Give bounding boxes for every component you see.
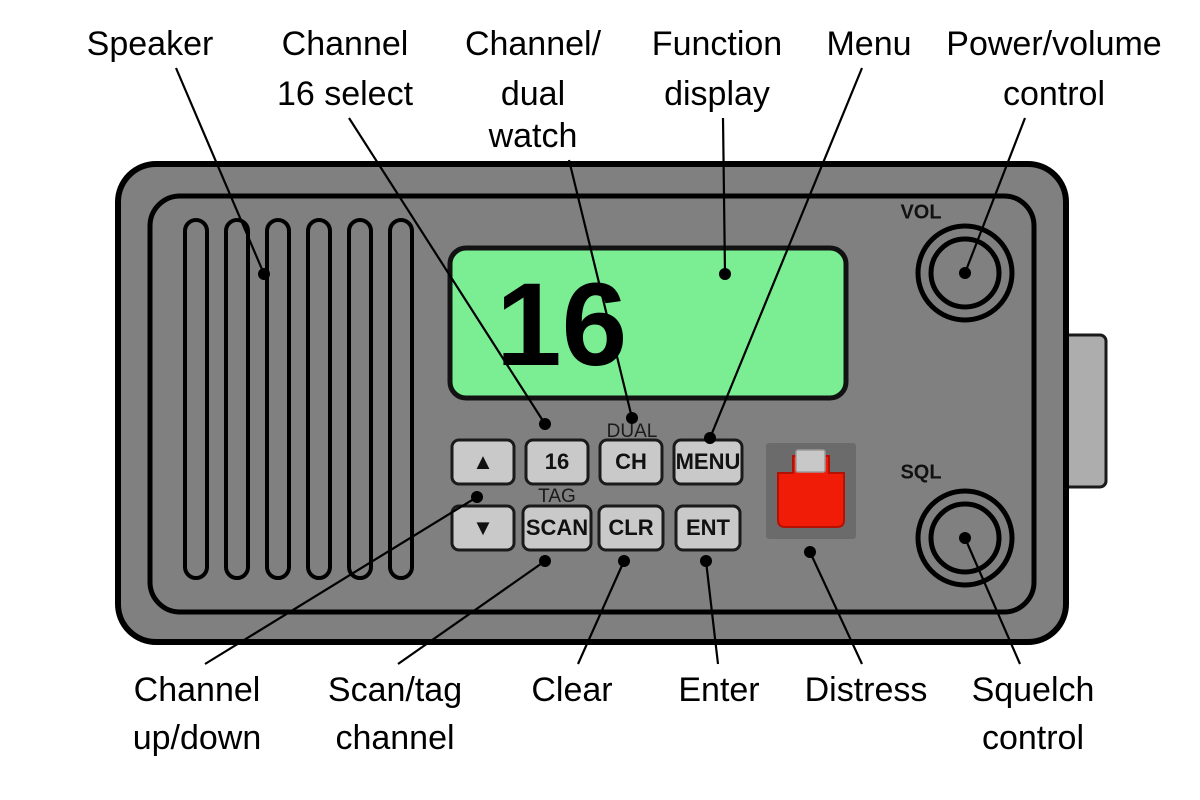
- leader-dot-clear: [618, 555, 630, 567]
- callout-speaker-line-1: Speaker: [87, 25, 214, 63]
- distress-button[interactable]: [766, 443, 856, 539]
- callout-distress: Distress: [805, 671, 928, 709]
- leader-dot-enter: [700, 555, 712, 567]
- callout-menu: Menu: [826, 25, 911, 63]
- callout-channel-16-select: Channel 16 select: [277, 25, 414, 113]
- callout-channel-dual-watch-line-3: watch: [488, 117, 578, 155]
- leader-dot-function-display: [719, 268, 731, 280]
- speaker-slot: [306, 218, 332, 580]
- callout-enter: Enter: [678, 671, 759, 709]
- channel-down-button-label: ▼: [472, 515, 494, 540]
- leader-dot-channel-dual-watch: [626, 412, 638, 424]
- tag-secondary-label: TAG: [538, 486, 576, 507]
- leader-dot-channel-16-select: [539, 418, 551, 430]
- callout-function-display-line-1: Function: [652, 25, 782, 63]
- clear-button-label: CLR: [608, 515, 653, 540]
- lcd-channel-number: 16: [496, 259, 627, 391]
- channel-dual-watch-button[interactable]: CH: [598, 438, 664, 486]
- callout-function-display: Function display: [652, 25, 782, 113]
- callout-squelch-control-line-2: control: [982, 719, 1084, 757]
- callout-power-volume-control-line-1: Power/volume: [946, 25, 1161, 63]
- enter-button[interactable]: ENT: [674, 504, 742, 552]
- leader-dot-power-volume-control: [959, 267, 971, 279]
- leader-dot-squelch-control: [959, 532, 971, 544]
- scan-button[interactable]: SCAN: [521, 504, 593, 552]
- callout-scan-tag-channel-line-2: channel: [335, 719, 454, 757]
- callout-channel-16-select-line-2: 16 select: [277, 75, 414, 113]
- callout-scan-tag-channel: Scan/tag channel: [328, 671, 462, 757]
- speaker-slot: [183, 218, 209, 580]
- callout-scan-tag-channel-line-1: Scan/tag: [328, 671, 462, 709]
- leader-dot-menu: [704, 432, 716, 444]
- scan-button-label: SCAN: [526, 515, 588, 540]
- callout-channel-16-select-line-1: Channel: [282, 25, 409, 63]
- distress-tab: [795, 449, 826, 473]
- speaker-slot: [224, 218, 250, 580]
- channel-up-button[interactable]: ▲: [450, 438, 516, 486]
- squelch-knob-label: SQL: [900, 461, 941, 483]
- vhf-radio-diagram: 16 ▲ 16 DUAL CH MENU ▼ TAG SCAN CLR ENT …: [87, 25, 1162, 757]
- callout-channel-up-down-line-1: Channel: [134, 671, 261, 709]
- callout-squelch-control: Squelch control: [972, 671, 1095, 757]
- callout-clear-line-1: Clear: [531, 671, 612, 709]
- leader-dot-distress: [804, 546, 816, 558]
- callout-channel-dual-watch: Channel/ dual watch: [465, 25, 602, 155]
- channel-16-button-label: 16: [545, 449, 569, 474]
- callout-power-volume-control-line-2: control: [1003, 75, 1105, 113]
- leader-dot-channel-up-down: [471, 491, 483, 503]
- callout-channel-up-down-line-2: up/down: [133, 719, 262, 757]
- diagram-stage: 16 ▲ 16 DUAL CH MENU ▼ TAG SCAN CLR ENT …: [0, 0, 1200, 800]
- leader-dot-speaker: [258, 268, 270, 280]
- speaker-slot: [265, 218, 291, 580]
- callout-menu-line-1: Menu: [826, 25, 911, 63]
- speaker-slot: [347, 218, 373, 580]
- leader-dot-scan-tag-channel: [539, 555, 551, 567]
- callout-channel-up-down: Channel up/down: [133, 671, 262, 757]
- callout-distress-line-1: Distress: [805, 671, 928, 709]
- callout-squelch-control-line-1: Squelch: [972, 671, 1095, 709]
- clear-button[interactable]: CLR: [597, 504, 665, 552]
- callout-clear: Clear: [531, 671, 612, 709]
- callout-channel-dual-watch-line-2: dual: [501, 75, 565, 113]
- menu-button-label: MENU: [676, 449, 741, 474]
- callout-channel-dual-watch-line-1: Channel/: [465, 25, 602, 63]
- channel-down-button[interactable]: ▼: [450, 504, 516, 552]
- function-display: 16: [447, 245, 849, 401]
- menu-button[interactable]: MENU: [672, 438, 744, 486]
- speaker-slot: [388, 218, 414, 580]
- enter-button-label: ENT: [686, 515, 731, 540]
- callout-speaker: Speaker: [87, 25, 214, 63]
- channel-dual-watch-button-label: CH: [615, 449, 647, 474]
- callout-enter-line-1: Enter: [678, 671, 759, 709]
- channel-up-button-label: ▲: [472, 449, 494, 474]
- volume-knob-label: VOL: [900, 201, 941, 223]
- callout-power-volume-control: Power/volume control: [946, 25, 1161, 113]
- callout-function-display-line-2: display: [664, 75, 770, 113]
- channel-16-button[interactable]: 16: [524, 438, 590, 486]
